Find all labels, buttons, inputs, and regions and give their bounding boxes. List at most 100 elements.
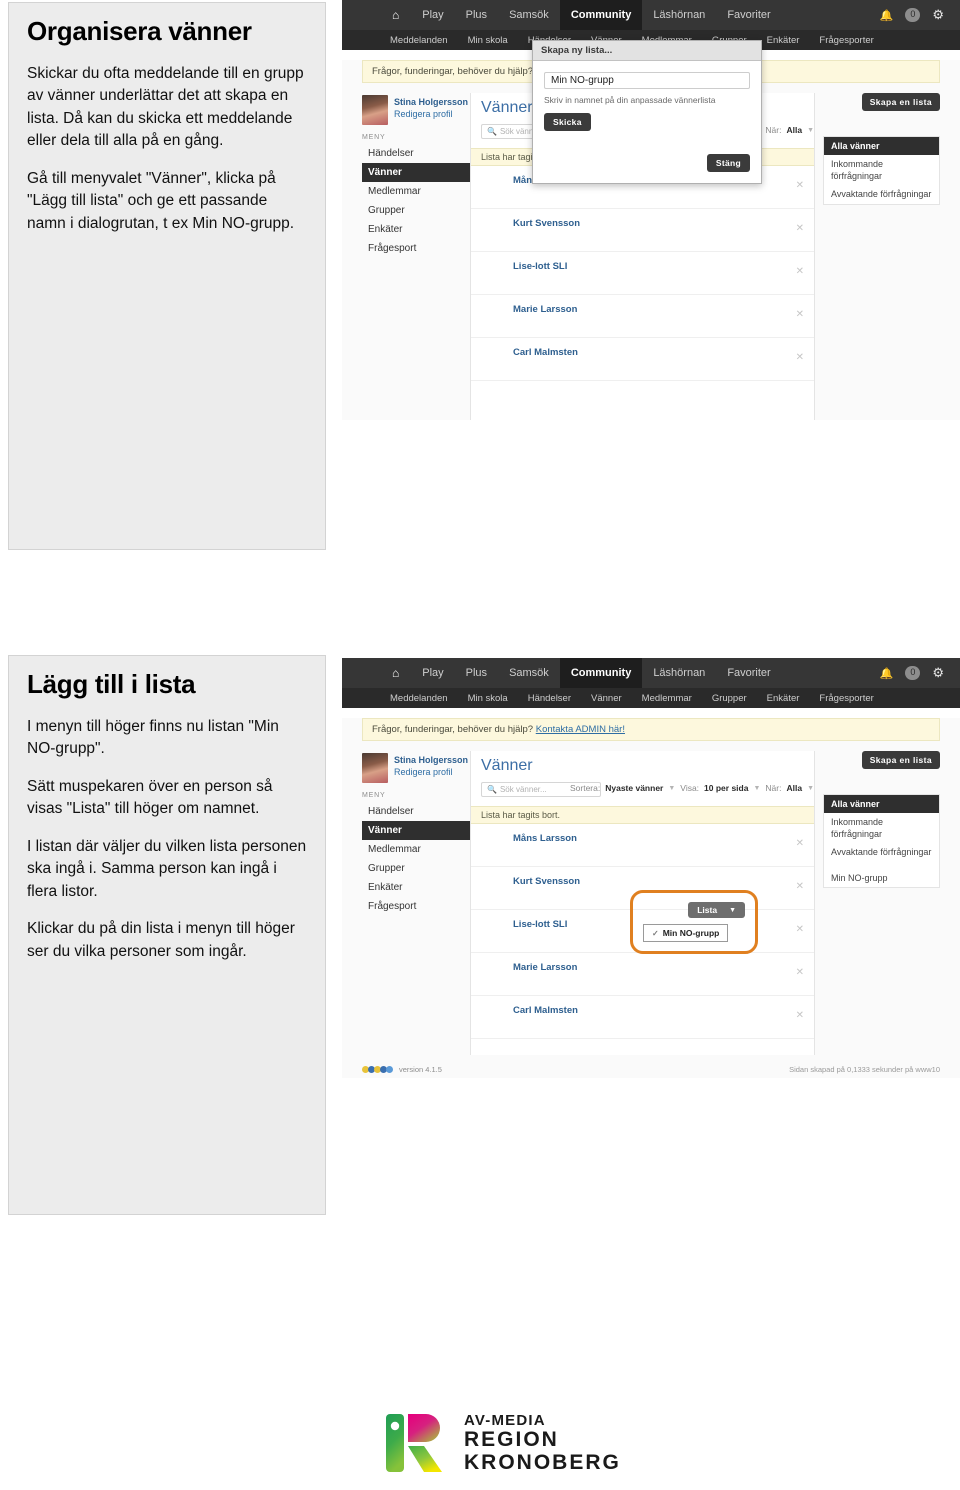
sidebar-item-medlemmar[interactable]: Medlemmar: [362, 840, 470, 859]
edit-profile-link[interactable]: Redigera profil: [394, 108, 468, 120]
friend-name[interactable]: Måns Larsson: [513, 830, 577, 844]
close-icon[interactable]: ✕: [796, 266, 804, 277]
nav-item-favoriter[interactable]: Favoriter: [716, 0, 781, 30]
nav-item-samsok[interactable]: Samsök: [498, 658, 560, 688]
subnav-item-enkater[interactable]: Enkäter: [757, 693, 810, 704]
when-value[interactable]: Alla: [786, 783, 802, 793]
subnav-item-vanner[interactable]: Vänner: [581, 693, 632, 704]
gear-icon[interactable]: ⚙: [932, 665, 944, 681]
table-row[interactable]: Marie Larsson ✕: [471, 295, 814, 338]
sidebar-item-medlemmar[interactable]: Medlemmar: [362, 182, 470, 201]
submit-button[interactable]: Skicka: [544, 113, 591, 131]
table-row[interactable]: Carl Malmsten ✕: [471, 338, 814, 381]
nav-item-play[interactable]: Play: [411, 658, 454, 688]
page-title: Lägg till i lista: [27, 669, 196, 699]
sidebar-item-handelser[interactable]: Händelser: [362, 802, 470, 821]
sort-value[interactable]: Nyaste vänner: [605, 783, 663, 793]
lista-dropdown-button[interactable]: Lista ▼: [688, 902, 745, 918]
table-row[interactable]: Marie Larsson ✕: [471, 953, 814, 996]
subnav-item-enkater[interactable]: Enkäter: [757, 35, 810, 46]
filter-item-alla-vanner[interactable]: Alla vänner: [824, 795, 939, 814]
close-icon[interactable]: ✕: [796, 309, 804, 320]
filter-item-avvaktande[interactable]: Avvaktande förfrågningar: [824, 843, 939, 861]
filter-item-min-no-grupp[interactable]: Min NO-grupp: [824, 869, 939, 887]
friend-name[interactable]: Carl Malmsten: [513, 1002, 578, 1016]
sidebar-item-fragesport[interactable]: Frågesport: [362, 239, 470, 258]
home-icon[interactable]: ⌂: [380, 0, 411, 30]
subnav-item-fragesporter[interactable]: Frågesporter: [809, 693, 883, 704]
nav-item-community[interactable]: Community: [559, 658, 643, 688]
table-row[interactable]: Lise-lott SLI ✕: [471, 252, 814, 295]
subnav-item-min-skola[interactable]: Min skola: [458, 693, 518, 704]
friend-name[interactable]: Marie Larsson: [513, 959, 577, 973]
close-icon[interactable]: ✕: [796, 967, 804, 978]
home-icon[interactable]: ⌂: [380, 658, 411, 688]
friend-name[interactable]: Marie Larsson: [513, 301, 577, 315]
create-list-button[interactable]: Skapa en lista: [861, 93, 940, 111]
profile-block[interactable]: Stina Holgersson Redigera profil: [362, 753, 470, 783]
nav-item-favoriter[interactable]: Favoriter: [716, 658, 781, 688]
subnav-item-grupper[interactable]: Grupper: [702, 693, 757, 704]
chevron-down-icon[interactable]: ▼: [807, 127, 814, 134]
bell-icon[interactable]: 🔔: [880, 667, 894, 680]
when-value[interactable]: Alla: [786, 125, 802, 135]
nav-item-lashornan[interactable]: Läshörnan: [642, 0, 716, 30]
app-footer-2: version 4.1.5 Sidan skapad på 0,1333 sek…: [342, 1054, 960, 1078]
create-list-button[interactable]: Skapa en lista: [861, 751, 940, 769]
friend-name[interactable]: Carl Malmsten: [513, 344, 578, 358]
subnav-item-meddelanden[interactable]: Meddelanden: [380, 35, 458, 46]
table-row[interactable]: Carl Malmsten ✕: [471, 996, 814, 1039]
sidebar-item-enkater[interactable]: Enkäter: [362, 878, 470, 897]
chevron-down-icon[interactable]: ▼: [807, 785, 814, 792]
bell-icon[interactable]: 🔔: [880, 9, 894, 22]
avatar: [481, 959, 505, 987]
nav-item-play[interactable]: Play: [411, 0, 454, 30]
subnav-item-fragesporter[interactable]: Frågesporter: [809, 35, 883, 46]
avatar: [481, 916, 505, 944]
close-button[interactable]: Stäng: [706, 154, 750, 172]
filter-item-inkommande[interactable]: Inkommande förfrågningar: [824, 155, 939, 185]
sidebar-item-vanner[interactable]: Vänner: [362, 163, 470, 182]
contact-admin-link[interactable]: Kontakta ADMIN här!: [536, 724, 625, 735]
close-icon[interactable]: ✕: [796, 352, 804, 363]
chevron-down-icon[interactable]: ▼: [753, 785, 760, 792]
page-title: Organisera vänner: [27, 16, 252, 46]
filter-item-inkommande[interactable]: Inkommande förfrågningar: [824, 813, 939, 843]
sidebar-item-grupper[interactable]: Grupper: [362, 859, 470, 878]
close-icon[interactable]: ✕: [796, 223, 804, 234]
subnav-item-medlemmar[interactable]: Medlemmar: [632, 693, 702, 704]
sidebar-item-fragesport[interactable]: Frågesport: [362, 897, 470, 916]
sidebar-item-enkater[interactable]: Enkäter: [362, 220, 470, 239]
show-value[interactable]: 10 per sida: [704, 783, 748, 793]
nav-item-lashornan[interactable]: Läshörnan: [642, 658, 716, 688]
filter-item-avvaktande[interactable]: Avvaktande förfrågningar: [824, 185, 939, 203]
close-icon[interactable]: ✕: [796, 1010, 804, 1021]
lista-dropdown-menu-item[interactable]: ✓ Min NO-grupp: [643, 924, 729, 942]
chevron-down-icon[interactable]: ▼: [668, 785, 675, 792]
list-name-input[interactable]: Min NO-grupp: [544, 72, 750, 89]
nav-item-samsok[interactable]: Samsök: [498, 0, 560, 30]
filter-item-alla-vanner[interactable]: Alla vänner: [824, 137, 939, 156]
friend-name[interactable]: Kurt Svensson: [513, 873, 580, 887]
friend-name[interactable]: Kurt Svensson: [513, 215, 580, 229]
profile-block[interactable]: Stina Holgersson Redigera profil: [362, 95, 470, 125]
table-row[interactable]: Kurt Svensson ✕: [471, 209, 814, 252]
gear-icon[interactable]: ⚙: [932, 7, 944, 23]
sidebar-item-handelser[interactable]: Händelser: [362, 144, 470, 163]
sidebar-item-grupper[interactable]: Grupper: [362, 201, 470, 220]
sidebar-item-vanner[interactable]: Vänner: [362, 821, 470, 840]
friend-name[interactable]: Lise-lott SLI: [513, 916, 567, 930]
close-icon[interactable]: ✕: [796, 881, 804, 892]
close-icon[interactable]: ✕: [796, 838, 804, 849]
subnav-item-handelser[interactable]: Händelser: [518, 693, 581, 704]
nav-item-plus[interactable]: Plus: [455, 0, 498, 30]
close-icon[interactable]: ✕: [796, 924, 804, 935]
nav-item-plus[interactable]: Plus: [455, 658, 498, 688]
table-row[interactable]: Måns Larsson ✕: [471, 824, 814, 867]
edit-profile-link[interactable]: Redigera profil: [394, 766, 468, 778]
friend-name[interactable]: Lise-lott SLI: [513, 258, 567, 272]
nav-item-community[interactable]: Community: [559, 0, 643, 30]
close-icon[interactable]: ✕: [796, 180, 804, 191]
subnav-item-meddelanden[interactable]: Meddelanden: [380, 693, 458, 704]
subnav-item-min-skola[interactable]: Min skola: [458, 35, 518, 46]
